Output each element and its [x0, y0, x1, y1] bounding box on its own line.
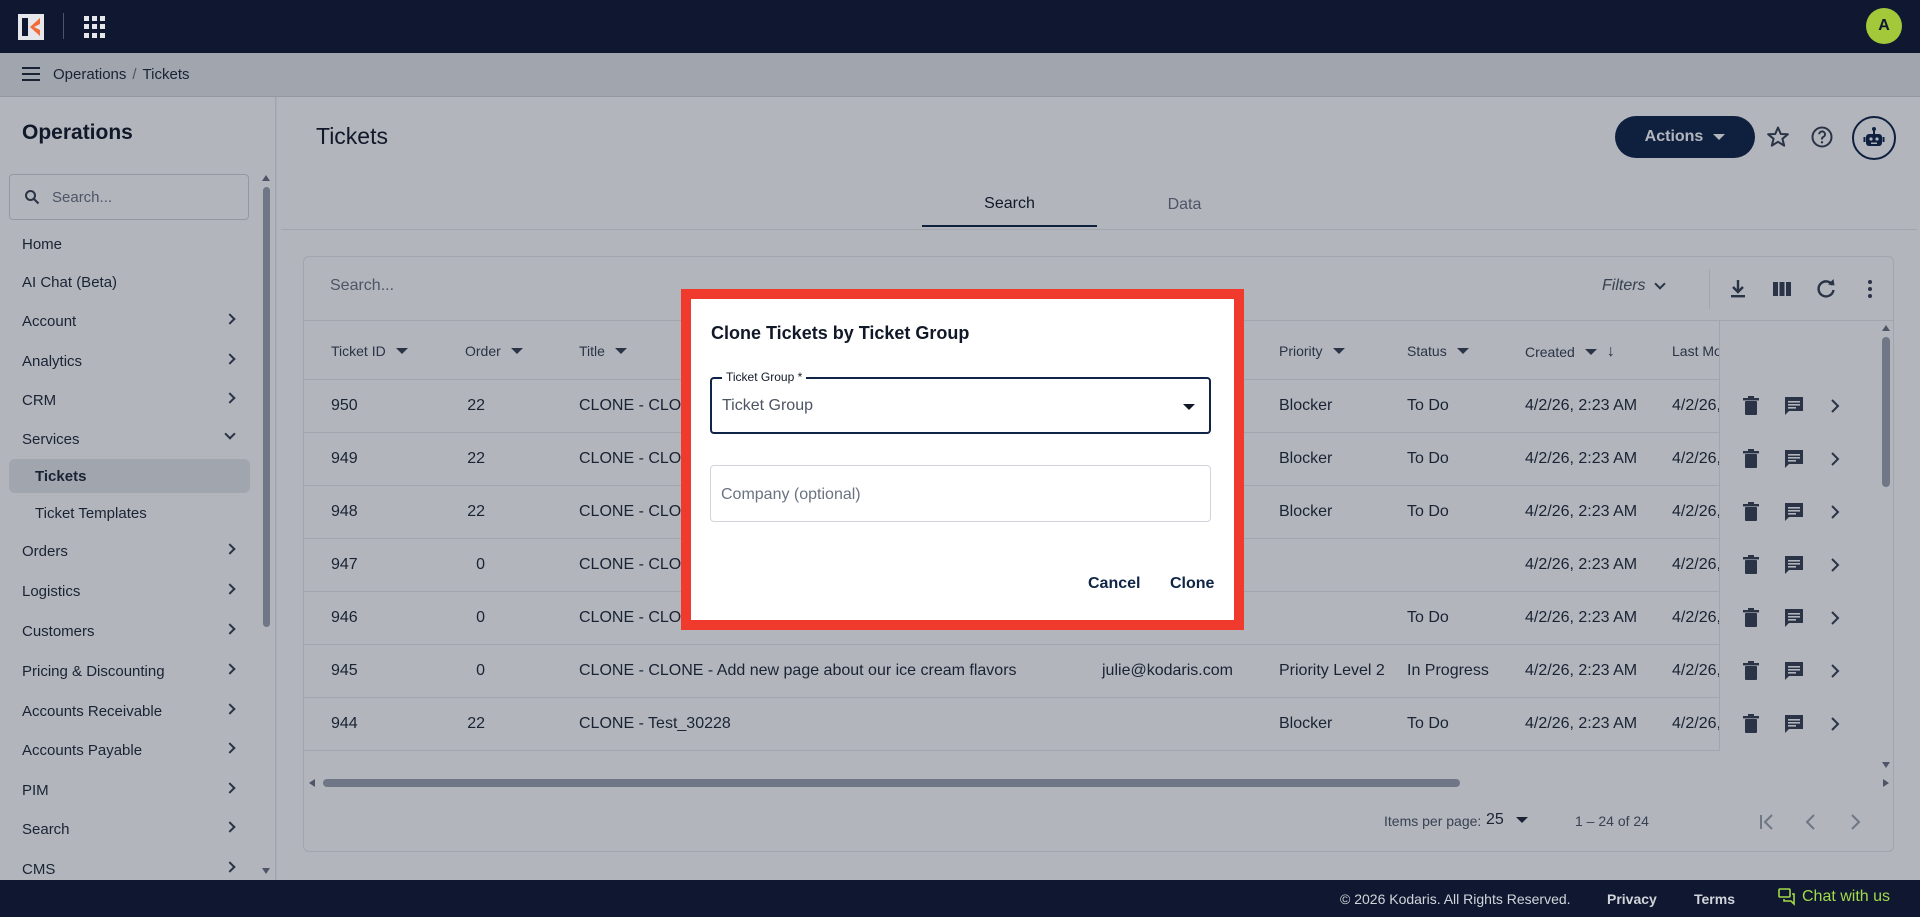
apps-grid-icon[interactable] [84, 16, 106, 38]
user-avatar[interactable]: A [1866, 8, 1902, 44]
footer-copyright: © 2026 Kodaris. All Rights Reserved. [1340, 891, 1571, 907]
clone-tickets-dialog: Clone Tickets by Ticket Group Ticket Gro… [681, 289, 1244, 630]
clone-button[interactable]: Clone [1170, 575, 1214, 593]
dialog-title: Clone Tickets by Ticket Group [711, 323, 970, 343]
chat-with-us-button[interactable]: Chat with us [1778, 888, 1890, 906]
chat-bubbles-icon [1778, 888, 1795, 906]
terms-link[interactable]: Terms [1694, 891, 1735, 907]
ticket-group-value: Ticket Group [722, 397, 813, 414]
footer: © 2026 Kodaris. All Rights Reserved. Pri… [0, 880, 1920, 917]
ticket-group-label: Ticket Group * [722, 370, 807, 384]
company-input[interactable]: Company (optional) [710, 465, 1211, 522]
cancel-button[interactable]: Cancel [1088, 575, 1140, 593]
chat-label: Chat with us [1802, 888, 1891, 905]
ticket-group-select[interactable]: Ticket Group * Ticket Group [710, 370, 1211, 434]
company-placeholder: Company (optional) [721, 486, 861, 503]
caret-down-icon [1183, 404, 1195, 410]
privacy-link[interactable]: Privacy [1607, 891, 1657, 907]
top-bar: A [0, 0, 1920, 53]
topbar-divider [63, 13, 64, 39]
kodaris-logo-icon[interactable] [18, 14, 44, 40]
